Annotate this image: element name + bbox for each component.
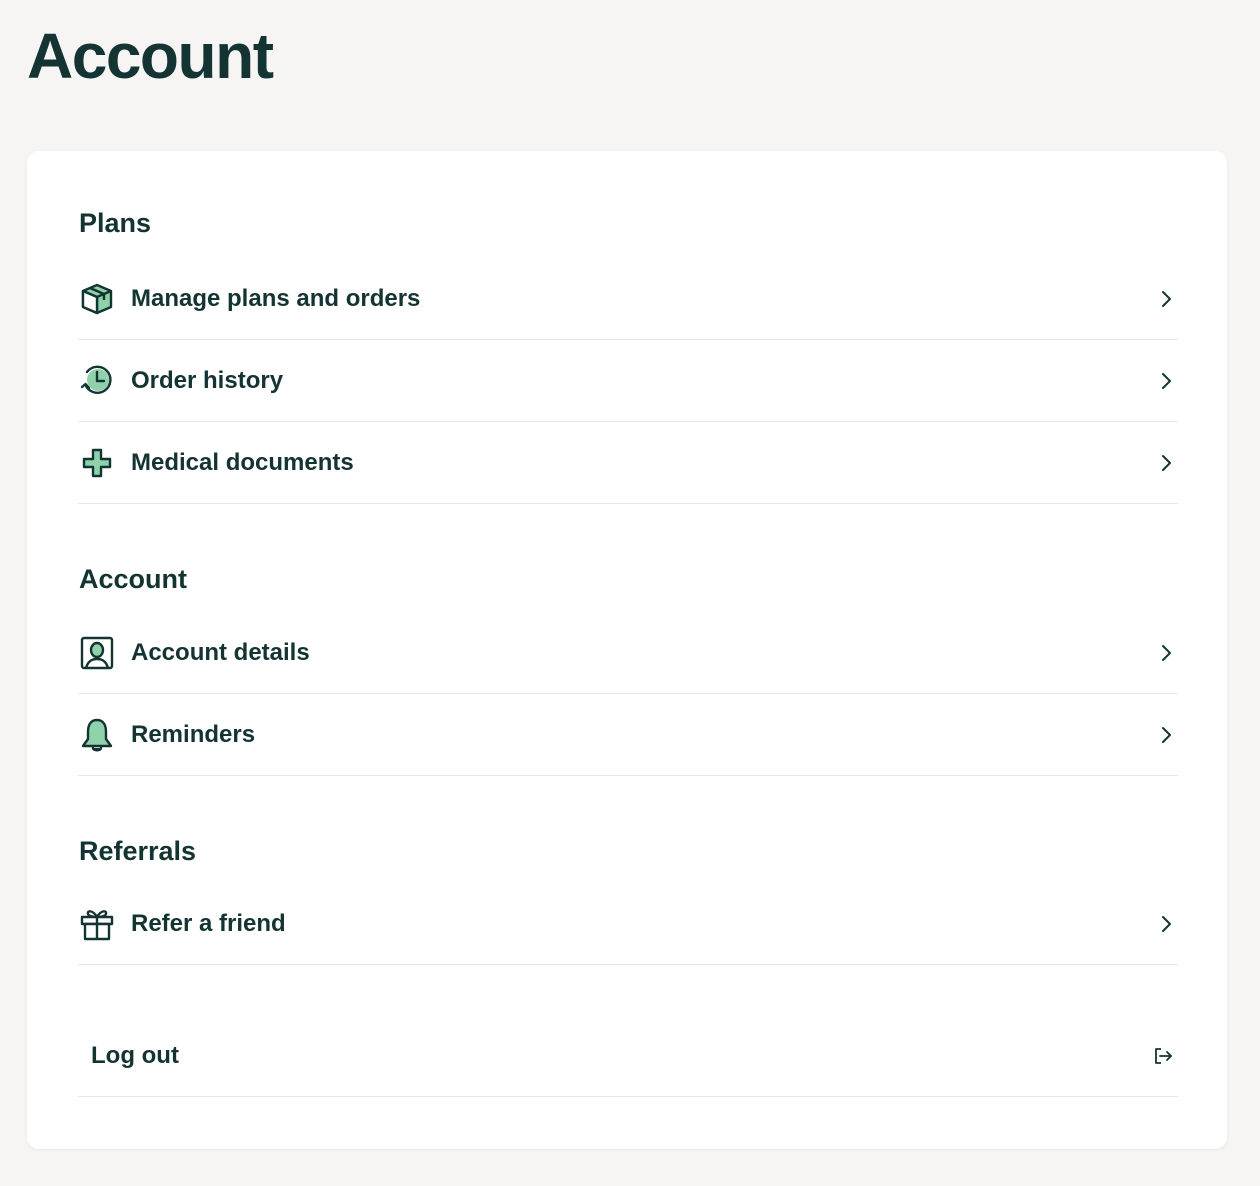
menu-item-account-details[interactable]: Account details xyxy=(78,612,1178,694)
menu-item-order-history[interactable]: Order history xyxy=(78,340,1178,422)
logout-icon xyxy=(1152,1044,1176,1068)
gift-icon xyxy=(79,906,115,942)
menu-item-label: Medical documents xyxy=(131,448,354,476)
section-title-plans: Plans xyxy=(79,208,152,238)
menu-item-refer-a-friend[interactable]: Refer a friend xyxy=(78,883,1178,965)
profile-card-icon xyxy=(79,635,115,671)
chevron-right-icon xyxy=(1154,369,1178,393)
menu-item-manage-plans[interactable]: Manage plans and orders xyxy=(78,258,1178,340)
menu-item-label: Account details xyxy=(131,638,310,666)
chevron-right-icon xyxy=(1154,912,1178,936)
logout-label: Log out xyxy=(91,1041,179,1069)
menu-item-label: Order history xyxy=(131,366,284,394)
menu-item-label: Manage plans and orders xyxy=(131,284,421,312)
menu-item-reminders[interactable]: Reminders xyxy=(78,694,1178,776)
menu-item-label: Reminders xyxy=(131,720,256,748)
chevron-right-icon xyxy=(1154,641,1178,665)
section-title-account: Account xyxy=(79,564,187,594)
clock-history-icon xyxy=(79,363,115,399)
bell-icon xyxy=(79,717,115,753)
page-title: Account xyxy=(27,20,274,92)
chevron-right-icon xyxy=(1154,287,1178,311)
menu-item-label: Refer a friend xyxy=(131,909,286,937)
chevron-right-icon xyxy=(1154,451,1178,475)
medical-cross-icon xyxy=(79,445,115,481)
section-title-referrals: Referrals xyxy=(79,836,197,866)
account-menu-card: Plans Manage plans and orders Order hist… xyxy=(27,151,1227,1149)
package-box-icon xyxy=(79,281,115,317)
chevron-right-icon xyxy=(1154,723,1178,747)
menu-item-medical-documents[interactable]: Medical documents xyxy=(78,422,1178,504)
logout-button[interactable]: Log out xyxy=(78,1015,1178,1097)
